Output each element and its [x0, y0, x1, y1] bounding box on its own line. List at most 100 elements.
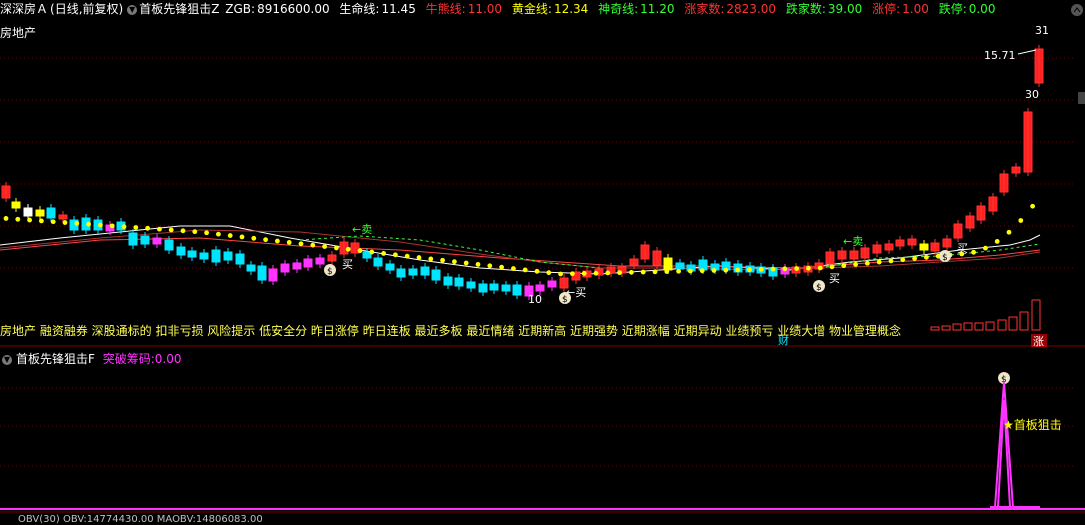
volume-bar: [985, 321, 995, 331]
lifeline-dot: [912, 256, 917, 261]
sector-label: 房地产: [0, 26, 37, 40]
svg-text:$: $: [327, 267, 333, 277]
lifeline-dot: [322, 244, 327, 249]
lifeline-dot: [404, 253, 410, 259]
lifeline-dot: [204, 230, 210, 236]
low-price-label: 10: [528, 293, 542, 306]
lifeline-dot: [227, 233, 233, 238]
lifeline-dot: [570, 271, 575, 277]
lifeline-dot: [1006, 229, 1012, 235]
lifeline-dot: [782, 266, 788, 272]
kline-chart[interactable]: 15.71 31 30 10 ←卖 ←卖 买 ←买 买 买 $ $ $ $ $ …: [0, 0, 1085, 519]
lifeline-dot: [121, 224, 127, 230]
price-label-30: 30: [1025, 88, 1039, 101]
sell-signal-1: ←卖: [352, 223, 372, 236]
lifeline-dot: [806, 265, 811, 271]
lifeline-dot: [216, 231, 221, 237]
volume-bar: [997, 319, 1007, 331]
lifeline-dot: [841, 263, 847, 269]
lifeline-dot: [168, 227, 174, 233]
lifeline-dot: [393, 252, 398, 258]
dark-red-ma-line: [0, 229, 1041, 271]
lifeline-dot: [428, 256, 434, 262]
lifeline-dot: [511, 266, 516, 271]
lifeline-dot: [629, 269, 634, 275]
lifeline-dot: [133, 225, 139, 230]
lifeline-dot: [27, 217, 32, 223]
lifeline-dot: [298, 241, 304, 247]
lifeline-dot: [546, 270, 552, 276]
lifeline-dot: [357, 248, 363, 254]
lifeline-dot: [50, 219, 56, 225]
lifeline-dot: [416, 255, 422, 260]
volume-bar: [974, 322, 984, 331]
volume-bar: [952, 323, 962, 331]
lifeline-dot: [994, 239, 1000, 244]
lifeline-dot: [192, 229, 198, 235]
lifeline-dot: [640, 269, 646, 275]
lifeline-dot: [3, 216, 9, 221]
lifeline-dot: [758, 266, 764, 272]
sub-indicator-name[interactable]: 首板先锋狙击F: [16, 352, 95, 366]
lifeline-dot: [145, 225, 151, 231]
lifeline-dot: [15, 216, 21, 222]
max-price-label: 15.71: [984, 49, 1016, 62]
breakout-value: 0.00: [154, 352, 182, 366]
lifeline-dot: [98, 222, 103, 228]
lifeline-dot: [865, 260, 870, 266]
lifeline-dot: [440, 257, 445, 263]
lifeline-dot: [747, 267, 752, 273]
lifeline-dot: [334, 245, 339, 251]
lifeline-dot: [275, 238, 280, 244]
lifeline-dot: [853, 262, 858, 267]
lifeline-dot: [688, 268, 693, 274]
buy-signal-1: 买: [342, 258, 353, 271]
lifeline-dot: [109, 223, 115, 229]
lifeline-dot: [1018, 218, 1024, 223]
lifeline-dot: [534, 268, 540, 274]
volume-bar: [1031, 299, 1041, 331]
lifeline-dot: [463, 260, 469, 266]
lifeline-dot: [475, 262, 481, 267]
sniper-signal-spike: [0, 381, 1085, 510]
svg-text:$: $: [942, 253, 948, 263]
lifeline-dot: [1030, 203, 1035, 209]
lifeline-dot: [345, 246, 351, 252]
volume-bars: [930, 299, 1041, 331]
concept-tags[interactable]: 房地产 融资融券 深股通标的 扣非亏损 风险提示 低安全分 昨日涨停 昨日连板 …: [0, 322, 901, 339]
volume-bar: [1008, 316, 1018, 331]
chevron-down-icon[interactable]: ▼: [2, 354, 12, 365]
lifeline-dot: [971, 249, 976, 255]
lifeline-dot: [676, 268, 681, 274]
buy-signal-4: 买: [957, 242, 968, 255]
lifeline-dot: [239, 234, 245, 240]
lifeline-dot: [711, 268, 717, 273]
volume-bar: [930, 326, 940, 331]
lifeline-dot: [605, 270, 611, 276]
top-right-label: 31: [1035, 24, 1049, 37]
lifeline-dot: [876, 259, 882, 265]
lifeline-dot: [652, 269, 658, 275]
lifeline-dot: [888, 258, 894, 264]
lifeline-dot: [157, 226, 162, 232]
lifeline-dot: [817, 265, 823, 271]
lifeline-dot: [369, 249, 375, 255]
chevron-up-icon[interactable]: [1071, 4, 1083, 16]
scroll-handle-icon[interactable]: [1078, 92, 1085, 104]
lifeline-dot: [983, 245, 988, 251]
lifeline-dot: [62, 220, 68, 225]
lifeline-dot: [723, 267, 729, 273]
lifeline-dot: [699, 268, 705, 274]
volume-bar: [1019, 311, 1029, 331]
lifeline-dot: [617, 270, 622, 276]
obv-header: OBV(30) OBV:14774430.00 MAOBV:14806083.0…: [18, 514, 263, 525]
sub-indicator-header: ▼ 首板先锋狙击F 突破筹码:0.00: [0, 350, 182, 366]
lifeline-dot: [180, 228, 186, 234]
lifeline-dot: [794, 266, 799, 271]
lifeline-dot: [581, 271, 587, 276]
lifeline-dot: [522, 267, 528, 273]
lifeline-dot: [381, 251, 386, 256]
lifeline-dot: [286, 240, 292, 245]
svg-text:$: $: [562, 295, 568, 305]
lifeline-dot: [829, 264, 835, 270]
